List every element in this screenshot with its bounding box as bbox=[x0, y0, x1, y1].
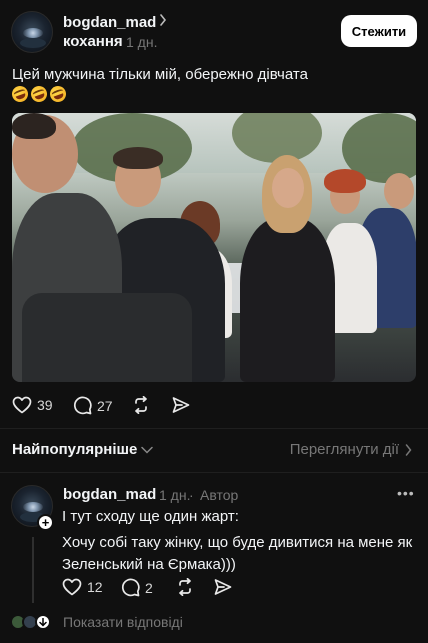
sort-label: Найпопулярніше bbox=[12, 441, 138, 458]
comment-icon bbox=[121, 578, 140, 597]
photo-head bbox=[384, 173, 414, 209]
avatar-image bbox=[23, 28, 43, 38]
post-text: Цей мужчина тільки мій, обережно дівчата bbox=[12, 66, 308, 83]
comment-icon bbox=[73, 396, 92, 415]
view-activity-link[interactable]: Переглянути дії bbox=[290, 441, 412, 458]
chevron-down-icon bbox=[141, 446, 154, 454]
activity-label: Переглянути дії bbox=[289, 441, 399, 458]
rofl-emoji-icon bbox=[28, 83, 50, 105]
reply-username[interactable]: bogdan_mad bbox=[63, 486, 156, 503]
heart-icon bbox=[12, 396, 32, 414]
rofl-emoji-icon bbox=[9, 83, 31, 105]
reply-text-line: І тут сходу ще один жарт: bbox=[62, 508, 239, 525]
post-time: 1 дн. bbox=[126, 34, 158, 50]
heart-icon bbox=[62, 578, 82, 596]
follow-button[interactable]: Стежити bbox=[341, 15, 417, 47]
share-icon bbox=[214, 579, 232, 595]
repost-icon bbox=[135, 396, 147, 414]
post-photo[interactable] bbox=[12, 113, 416, 382]
follow-plus-icon[interactable]: + bbox=[37, 514, 54, 531]
more-options-icon[interactable]: ••• bbox=[397, 485, 415, 501]
photo-hair bbox=[113, 147, 163, 169]
photo-person bbox=[22, 293, 192, 382]
show-replies-link[interactable]: Показати відповіді bbox=[63, 614, 183, 630]
reply-like-button[interactable]: 12 bbox=[62, 578, 103, 596]
chevron-right-icon[interactable] bbox=[159, 13, 167, 29]
photo-hair bbox=[12, 113, 56, 139]
like-count: 39 bbox=[37, 397, 53, 413]
reply-comment-count: 2 bbox=[145, 579, 153, 596]
reply-repost-button[interactable] bbox=[175, 578, 195, 596]
post-author-avatar[interactable] bbox=[11, 11, 53, 53]
post-actions: 39 27 bbox=[0, 393, 428, 419]
share-icon bbox=[172, 397, 190, 413]
rofl-emoji-icon bbox=[47, 83, 69, 105]
repost-icon bbox=[179, 578, 191, 596]
divider bbox=[0, 428, 428, 429]
arrow-down-icon bbox=[39, 617, 47, 627]
post-username[interactable]: bogdan_mad bbox=[63, 14, 156, 31]
avatar-shading bbox=[20, 38, 46, 48]
like-button[interactable]: 39 bbox=[12, 396, 53, 414]
photo-hair bbox=[324, 169, 366, 193]
reply-comment-button[interactable]: 2 bbox=[121, 578, 153, 597]
comment-button[interactable]: 27 bbox=[73, 396, 113, 415]
emoji-row bbox=[9, 83, 69, 106]
community-name[interactable]: кохання bbox=[63, 33, 123, 50]
reply-text-line: Хочу собі таку жінку, що буде дивитися н… bbox=[62, 534, 413, 573]
reply-like-count: 12 bbox=[87, 579, 103, 595]
replier-avatar bbox=[35, 614, 51, 630]
photo-person bbox=[240, 218, 335, 382]
divider bbox=[0, 472, 428, 473]
repost-button[interactable] bbox=[131, 396, 151, 414]
comment-count: 27 bbox=[97, 397, 113, 414]
reply-time: 1 дн. bbox=[159, 487, 191, 503]
author-tag: Автор bbox=[200, 487, 239, 503]
chevron-right-icon bbox=[405, 443, 412, 456]
reply-meta-dot: · bbox=[189, 487, 194, 503]
photo-head bbox=[272, 168, 304, 208]
reply-share-button[interactable] bbox=[214, 578, 232, 596]
reply-text: І тут сходу ще один жарт: Хочу собі таку… bbox=[62, 506, 418, 576]
sort-dropdown[interactable]: Найпопулярніше bbox=[12, 441, 154, 458]
share-button[interactable] bbox=[172, 396, 190, 414]
avatar-image bbox=[23, 502, 43, 512]
thread-line bbox=[32, 537, 34, 603]
